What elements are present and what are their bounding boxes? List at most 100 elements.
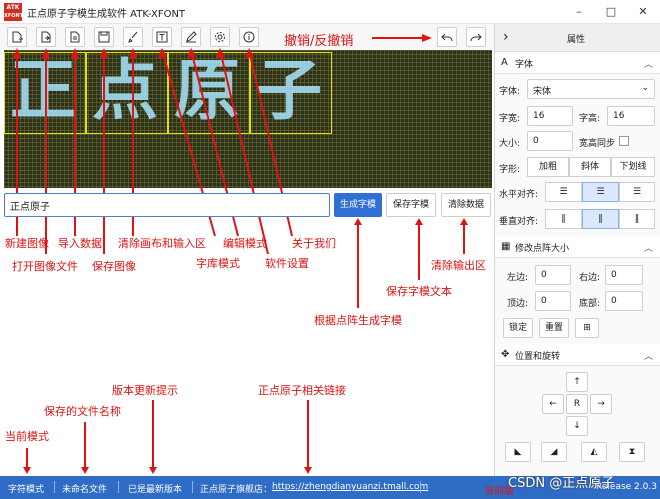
chevron-down-icon: ⌄	[641, 83, 649, 93]
flip-vertical-icon: ⧗	[628, 447, 636, 457]
lock-button[interactable]: 锁定	[503, 318, 533, 338]
generate-font-button[interactable]: 生成字模	[334, 193, 382, 217]
align-left-icon: ☰	[559, 187, 568, 197]
align-middle-icon: ‖	[598, 214, 603, 224]
font-a-icon: A	[501, 57, 508, 68]
status-divider	[420, 481, 421, 493]
arrow-save-head	[415, 218, 423, 225]
arrow-link-line	[307, 400, 309, 468]
size-label: 大小:	[499, 139, 521, 149]
arrow-mode-line	[26, 448, 28, 468]
height-label: 字高:	[579, 114, 601, 124]
chevron-up-icon: ︿	[643, 244, 653, 254]
pencil-icon	[186, 31, 197, 43]
rotate-left-button[interactable]: ◣	[505, 442, 531, 462]
annotation-edit-mode: 编辑模式	[223, 237, 267, 250]
move-icon: ✥	[501, 349, 510, 360]
right-label: 右边:	[579, 273, 601, 283]
arrow-mode-head	[23, 467, 31, 474]
open-file-icon	[41, 31, 51, 43]
logo-text: ATK	[6, 4, 20, 11]
align-bottom-button[interactable]: ‖	[619, 209, 655, 229]
align-center-icon: ☰	[596, 187, 605, 197]
arrow-clear-line	[463, 224, 465, 254]
redo-icon	[470, 33, 482, 42]
align-right-button[interactable]: ☰	[619, 182, 655, 202]
annotation-link: 正点原子相关链接	[258, 384, 346, 397]
arrow-link-head	[304, 467, 312, 474]
minimize-button[interactable]: –	[568, 4, 590, 20]
undo-icon	[441, 33, 453, 42]
underline-button[interactable]: 下划线	[611, 157, 655, 177]
v-align-label: 垂直对齐:	[499, 217, 539, 227]
maximize-button[interactable]: □	[600, 4, 622, 20]
grid-icon: ▦	[501, 241, 511, 252]
move-left-button[interactable]: ←	[542, 394, 564, 414]
annotation-import-data: 导入数据	[58, 237, 102, 250]
width-input[interactable]: 16	[527, 106, 573, 126]
save-font-button[interactable]: 保存字模	[386, 193, 436, 217]
bottom-input[interactable]: 0	[605, 291, 643, 311]
rotate-reset-button[interactable]: R	[566, 394, 588, 414]
annotation-save-image: 保存图像	[92, 260, 136, 273]
move-down-button[interactable]: ↓	[566, 416, 588, 436]
top-input[interactable]: 0	[535, 291, 571, 311]
info-icon	[243, 31, 255, 43]
sync-checkbox[interactable]	[619, 136, 629, 146]
import-icon	[70, 31, 80, 43]
font-section-header[interactable]: A 字体 ︿	[495, 52, 660, 74]
status-link-url[interactable]: https://zhengdianyuanzi.tmall.com	[272, 482, 428, 492]
status-version: 已是最新版本	[128, 485, 183, 495]
width-label: 字宽:	[499, 114, 521, 124]
arrow-clear-head	[460, 218, 468, 225]
align-middle-button[interactable]: ‖	[582, 209, 619, 229]
arrow-version-line	[152, 400, 154, 468]
brush-icon	[128, 31, 138, 43]
size-input[interactable]: 0	[527, 131, 573, 151]
rotate-right-button[interactable]: ◢	[541, 442, 567, 462]
align-top-button[interactable]: ‖	[545, 209, 582, 229]
annotation-generate-from-matrix: 根据点阵生成字模	[314, 314, 402, 327]
collapse-chevron-icon[interactable]: ›	[503, 29, 509, 45]
height-input[interactable]: 16	[607, 106, 655, 126]
bold-button[interactable]: 加粗	[527, 157, 569, 177]
left-label: 左边:	[507, 273, 529, 283]
bottom-label: 底部:	[579, 299, 601, 309]
style-label: 字形:	[499, 165, 521, 175]
annotation-new-image: 新建图像	[5, 237, 49, 250]
align-left-button[interactable]: ☰	[545, 182, 582, 202]
right-input[interactable]: 0	[605, 265, 643, 285]
move-up-button[interactable]: ↑	[566, 372, 588, 392]
annotation-version-tip: 版本更新提示	[112, 384, 178, 397]
arrow-generate-head	[354, 218, 362, 225]
flip-vertical-button[interactable]: ⧗	[619, 442, 645, 462]
reset-button[interactable]: 重置	[539, 318, 569, 338]
h-align-label: 水平对齐:	[499, 190, 539, 200]
font-select-value: 宋体	[533, 87, 552, 97]
crop-button[interactable]: ⊞	[575, 318, 599, 338]
annotation-about: 关于我们	[292, 237, 336, 250]
align-top-icon: ‖	[561, 214, 566, 224]
align-center-button[interactable]: ☰	[582, 182, 619, 202]
flip-horizontal-button[interactable]: ◭	[581, 442, 607, 462]
arrow-file-head	[81, 467, 89, 474]
text-input[interactable]: 正点原子	[4, 193, 330, 217]
arrow-version-head	[149, 467, 157, 474]
new-file-icon	[12, 31, 23, 43]
font-section-title: 字体	[515, 60, 534, 70]
annotation-saved-name: 保存的文件名称	[44, 405, 121, 418]
chevron-up-icon: ︿	[643, 352, 653, 362]
font-select[interactable]: 宋体 ⌄	[527, 79, 655, 99]
matrix-section-title: 修改点阵大小	[515, 244, 570, 254]
close-button[interactable]: ✕	[632, 4, 654, 20]
matrix-section-header[interactable]: ▦ 修改点阵大小 ︿	[495, 236, 660, 258]
crop-icon: ⊞	[583, 323, 591, 333]
position-section-header[interactable]: ✥ 位置和旋转 ︿	[495, 344, 660, 366]
italic-button[interactable]: 斜体	[569, 157, 611, 177]
clear-data-button[interactable]: 清除数据	[441, 193, 491, 217]
annotation-save-text: 保存字模文本	[386, 285, 452, 298]
left-input[interactable]: 0	[535, 265, 571, 285]
chevron-up-icon: ︿	[643, 60, 653, 70]
move-right-button[interactable]: →	[590, 394, 612, 414]
annotation-current-mode: 当前模式	[5, 430, 49, 443]
